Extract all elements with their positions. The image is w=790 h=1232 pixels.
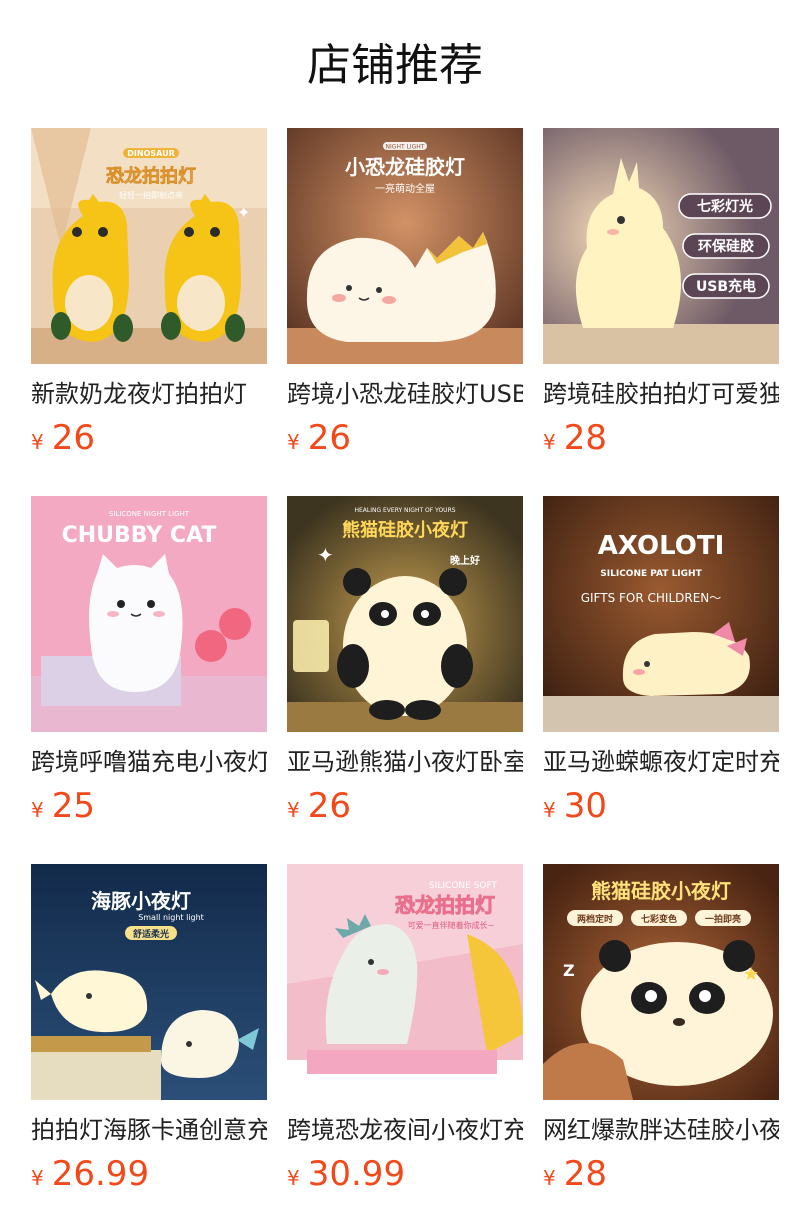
- product-name[interactable]: 跨境呼噜猫充电小夜灯: [31, 744, 267, 780]
- product-price: ¥26: [287, 416, 351, 460]
- price-value: 26.99: [51, 1154, 150, 1194]
- price-value: 26: [307, 786, 351, 826]
- unicorn-lamp-image[interactable]: 七彩灯光 环保硅胶 USB充电: [543, 128, 779, 364]
- white-cat-lamp-image[interactable]: SILICONE NIGHT LIGHT CHUBBY CAT: [31, 496, 267, 732]
- svg-text:DINOSAUR: DINOSAUR: [127, 149, 174, 158]
- product-card[interactable]: NIGHT LIGHT 小恐龙硅胶灯 一亮萌动全屋 跨境小恐龙硅胶灯USB ¥2…: [287, 128, 523, 468]
- svg-text:轻轻一拍即刻点亮: 轻轻一拍即刻点亮: [119, 190, 183, 200]
- svg-text:两档定时: 两档定时: [577, 913, 613, 925]
- product-price: ¥30.99: [287, 1152, 405, 1196]
- svg-text:恐龙拍拍灯: 恐龙拍拍灯: [106, 165, 196, 187]
- svg-text:小恐龙硅胶灯: 小恐龙硅胶灯: [345, 155, 465, 179]
- currency-symbol: ¥: [287, 1166, 300, 1190]
- svg-text:七彩灯光: 七彩灯光: [697, 198, 753, 215]
- product-card[interactable]: AXOLOTI SILICONE PAT LIGHT GIFTS FOR CHI…: [543, 496, 779, 836]
- product-name[interactable]: 拍拍灯海豚卡通创意充电: [31, 1112, 267, 1148]
- product-price: ¥30: [543, 784, 607, 828]
- product-price: ¥26: [31, 416, 95, 460]
- currency-symbol: ¥: [31, 1166, 44, 1190]
- svg-text:环保硅胶: 环保硅胶: [698, 238, 754, 255]
- svg-text:一亮萌动全屋: 一亮萌动全屋: [375, 182, 435, 195]
- panda-lamp-image[interactable]: HEALING EVERY NIGHT OF YOURS 熊猫硅胶小夜灯 晚上好…: [287, 496, 523, 732]
- svg-text:HEALING EVERY NIGHT OF YOURS: HEALING EVERY NIGHT OF YOURS: [354, 507, 455, 514]
- svg-text:USB充电: USB充电: [696, 278, 756, 295]
- svg-text:✦: ✦: [237, 203, 250, 222]
- svg-text:SILICONE NIGHT LIGHT: SILICONE NIGHT LIGHT: [109, 510, 190, 518]
- svg-text:熊猫硅胶小夜灯: 熊猫硅胶小夜灯: [591, 879, 731, 903]
- svg-text:✦: ✦: [317, 543, 334, 567]
- product-name[interactable]: 网红爆款胖达硅胶小夜灯: [543, 1112, 779, 1148]
- product-price: ¥26: [287, 784, 351, 828]
- svg-text:Small night light: Small night light: [138, 913, 204, 922]
- mint-dinosaur-lamp-image[interactable]: SILICONE SOFT 恐龙拍拍灯 可爱一直伴随着你成长~: [287, 864, 523, 1100]
- svg-text:AXOLOTI: AXOLOTI: [598, 531, 725, 561]
- axolotl-lamp-image[interactable]: AXOLOTI SILICONE PAT LIGHT GIFTS FOR CHI…: [543, 496, 779, 732]
- svg-text:舒适柔光: 舒适柔光: [133, 928, 169, 940]
- product-price: ¥28: [543, 1152, 607, 1196]
- svg-text:SILICONE PAT LIGHT: SILICONE PAT LIGHT: [600, 569, 702, 579]
- svg-text:NIGHT LIGHT: NIGHT LIGHT: [386, 144, 425, 151]
- price-value: 26: [51, 418, 95, 458]
- currency-symbol: ¥: [543, 798, 556, 822]
- price-value: 26: [307, 418, 351, 458]
- product-card[interactable]: SILICONE NIGHT LIGHT CHUBBY CAT 跨境呼噜猫充电小…: [31, 496, 267, 836]
- svg-text:熊猫硅胶小夜灯: 熊猫硅胶小夜灯: [342, 519, 468, 541]
- price-value: 30.99: [307, 1154, 406, 1194]
- product-card[interactable]: 七彩灯光 环保硅胶 USB充电 跨境硅胶拍拍灯可爱独角兽 ¥28: [543, 128, 779, 468]
- svg-text:可爱一直伴随着你成长~: 可爱一直伴随着你成长~: [408, 920, 495, 930]
- svg-text:Z: Z: [563, 961, 575, 980]
- product-name[interactable]: 跨境恐龙夜间小夜灯充电: [287, 1112, 523, 1148]
- product-price: ¥25: [31, 784, 95, 828]
- page-title: 店铺推荐: [307, 40, 483, 91]
- product-card[interactable]: DINOSAUR 恐龙拍拍灯 轻轻一拍即刻点亮 ✦ 新款奶龙夜灯拍拍灯 ¥ 26: [31, 128, 267, 468]
- currency-symbol: ¥: [287, 798, 300, 822]
- dolphin-lamp-image[interactable]: 海豚小夜灯 Small night light 舒适柔光: [31, 864, 267, 1100]
- svg-text:★: ★: [743, 964, 759, 985]
- currency-symbol: ¥: [543, 1166, 556, 1190]
- product-name[interactable]: 跨境硅胶拍拍灯可爱独角兽: [543, 376, 779, 412]
- product-name[interactable]: 跨境小恐龙硅胶灯USB: [287, 376, 523, 412]
- svg-text:恐龙拍拍灯: 恐龙拍拍灯: [395, 893, 495, 917]
- currency-symbol: ¥: [543, 430, 556, 454]
- product-name[interactable]: 亚马逊蝾螈夜灯定时充电: [543, 744, 779, 780]
- panda-face-lamp-image[interactable]: 熊猫硅胶小夜灯 两档定时 七彩变色 一拍即亮 Z ★: [543, 864, 779, 1100]
- svg-text:一拍即亮: 一拍即亮: [705, 913, 741, 925]
- svg-text:SILICONE SOFT: SILICONE SOFT: [429, 881, 497, 891]
- product-price: ¥26.99: [31, 1152, 149, 1196]
- price-value: 30: [563, 786, 607, 826]
- svg-text:CHUBBY CAT: CHUBBY CAT: [62, 523, 217, 548]
- svg-text:晚上好: 晚上好: [450, 554, 480, 567]
- currency-symbol: ¥: [31, 798, 44, 822]
- yellow-dinosaur-lamp-image[interactable]: DINOSAUR 恐龙拍拍灯 轻轻一拍即刻点亮 ✦: [31, 128, 267, 364]
- price-value: 28: [563, 418, 607, 458]
- price-value: 25: [51, 786, 95, 826]
- svg-text:海豚小夜灯: 海豚小夜灯: [91, 889, 191, 913]
- currency-symbol: ¥: [287, 430, 300, 454]
- currency-symbol: ¥: [31, 430, 44, 454]
- white-dinosaur-lamp-image[interactable]: NIGHT LIGHT 小恐龙硅胶灯 一亮萌动全屋: [287, 128, 523, 364]
- price-value: 28: [563, 1154, 607, 1194]
- product-price: ¥28: [543, 416, 607, 460]
- product-name[interactable]: 亚马逊熊猫小夜灯卧室: [287, 744, 523, 780]
- svg-text:GIFTS FOR CHILDREN～: GIFTS FOR CHILDREN～: [581, 591, 722, 605]
- product-card[interactable]: 海豚小夜灯 Small night light 舒适柔光 拍拍灯海豚卡通创意充电…: [31, 864, 267, 1204]
- product-card[interactable]: 熊猫硅胶小夜灯 两档定时 七彩变色 一拍即亮 Z ★ 网红爆款胖达硅胶小夜 ¥ …: [543, 864, 779, 1204]
- product-name[interactable]: 新款奶龙夜灯拍拍灯: [31, 376, 267, 412]
- svg-text:七彩变色: 七彩变色: [641, 913, 677, 925]
- product-card[interactable]: HEALING EVERY NIGHT OF YOURS 熊猫硅胶小夜灯 晚上好…: [287, 496, 523, 836]
- product-card[interactable]: SILICONE SOFT 恐龙拍拍灯 可爱一直伴随着你成长~ 跨境恐龙夜间小夜…: [287, 864, 523, 1204]
